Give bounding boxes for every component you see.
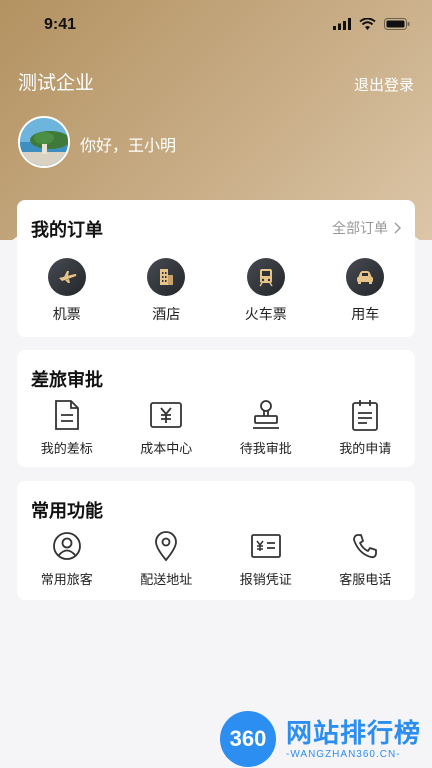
receipt-icon	[249, 529, 283, 563]
status-icons	[333, 18, 410, 30]
battery-icon	[384, 18, 410, 30]
approval-mine-label: 我的申请	[339, 442, 392, 457]
approval-title: 差旅审批	[31, 370, 103, 391]
order-plane[interactable]: 机票	[22, 258, 112, 324]
watermark-title: 网站排行榜	[286, 719, 422, 749]
functions-card: 常用功能 常用旅客 配送地址 报销凭证 客服电话	[17, 481, 415, 600]
function-receipt[interactable]: 报销凭证	[221, 529, 311, 588]
company-name: 测试企业	[18, 72, 95, 94]
chevron-right-icon	[394, 222, 401, 234]
order-hotel-label: 酒店	[152, 307, 181, 323]
approval-card: 差旅审批 我的差标 成本中心 待我审批 我的申请	[17, 350, 415, 467]
function-phone[interactable]: 客服电话	[320, 529, 410, 588]
approval-cost-label: 成本中心	[140, 442, 193, 457]
signal-icon	[333, 18, 351, 30]
functions-title: 常用功能	[31, 501, 103, 522]
logout-button[interactable]: 退出登录	[354, 74, 414, 95]
plane-icon	[47, 258, 86, 296]
document-icon	[50, 398, 84, 432]
approval-standard[interactable]: 我的差标	[22, 398, 112, 457]
approval-pending[interactable]: 待我审批	[221, 398, 311, 457]
all-orders-label: 全部订单	[332, 221, 388, 237]
order-car[interactable]: 用车	[320, 258, 410, 324]
function-travelers-label: 常用旅客	[40, 573, 93, 588]
function-travelers[interactable]: 常用旅客	[22, 529, 112, 588]
watermark-subtitle: -WANGZHAN360.CN-	[286, 749, 401, 760]
function-address[interactable]: 配送地址	[121, 529, 211, 588]
orders-card: 我的订单 全部订单 机票 酒店 火车票 用车	[17, 200, 415, 337]
approval-cost[interactable]: 成本中心	[121, 398, 211, 457]
wifi-icon	[359, 18, 376, 30]
function-phone-label: 客服电话	[339, 573, 392, 588]
status-time: 9:41	[44, 16, 77, 33]
order-hotel[interactable]: 酒店	[121, 258, 211, 324]
train-icon	[246, 258, 285, 296]
order-train[interactable]: 火车票	[221, 258, 311, 324]
approval-mine[interactable]: 我的申请	[320, 398, 410, 457]
person-icon	[50, 529, 84, 563]
approval-pending-label: 待我审批	[239, 442, 292, 457]
yuan-icon	[149, 398, 183, 432]
status-bar: 9:41	[0, 0, 432, 50]
function-receipt-label: 报销凭证	[239, 573, 292, 588]
watermark-logo: 360	[220, 711, 276, 767]
order-plane-label: 机票	[52, 307, 81, 323]
car-icon	[346, 258, 385, 296]
order-car-label: 用车	[351, 307, 380, 323]
all-orders-link[interactable]: 全部订单	[332, 218, 401, 238]
greeting: 你好，王小明	[80, 136, 177, 155]
function-address-label: 配送地址	[140, 573, 193, 588]
order-train-label: 火车票	[244, 307, 287, 323]
orders-title: 我的订单	[31, 220, 103, 241]
phone-icon	[348, 529, 382, 563]
avatar[interactable]	[18, 116, 70, 168]
location-icon	[149, 529, 183, 563]
stamp-icon	[249, 398, 283, 432]
clipboard-icon	[348, 398, 382, 432]
watermark: 360 网站排行榜 -WANGZHAN360.CN-	[220, 705, 430, 767]
approval-standard-label: 我的差标	[40, 442, 93, 457]
hotel-icon	[147, 258, 186, 296]
